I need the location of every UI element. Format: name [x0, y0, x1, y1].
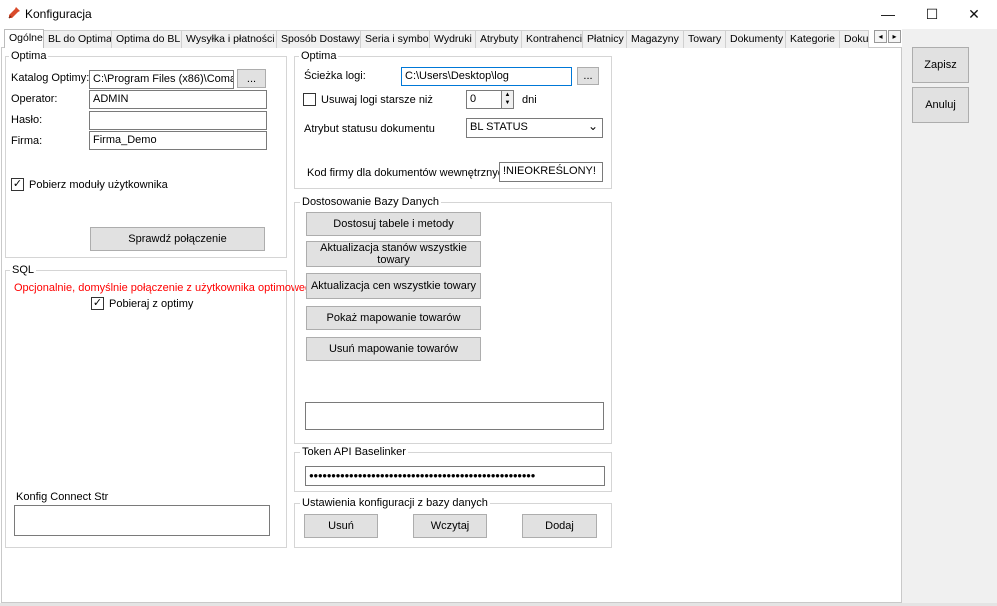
tab-wydruki[interactable]: Wydruki — [429, 30, 476, 48]
close-button[interactable]: ✕ — [951, 0, 997, 28]
spin-up-icon[interactable]: ▲ — [502, 91, 513, 99]
db-title: Dostosowanie Bazy Danych — [300, 196, 441, 208]
status-attr-label: Atrybut statusu dokumentu — [304, 123, 435, 135]
config-load-button[interactable]: Wczytaj — [413, 514, 487, 538]
tab-scroll-left-icon[interactable]: ◂ — [874, 30, 887, 43]
check-connection-button[interactable]: Sprawdź połączenie — [90, 227, 265, 251]
operator-input[interactable]: ADMIN — [89, 90, 267, 109]
show-mapping-button[interactable]: Pokaż mapowanie towarów — [306, 306, 481, 330]
delete-logs-label: Usuwaj logi starsze niż — [321, 94, 433, 106]
password-input[interactable] — [89, 111, 267, 130]
title-bar: Konfiguracja — ☐ ✕ — [0, 0, 997, 28]
tab-towary[interactable]: Towary — [683, 30, 726, 48]
tab-sposob-dostawy[interactable]: Sposób Dostawy — [276, 30, 361, 48]
tab-scroll-right-icon[interactable]: ▸ — [888, 30, 901, 43]
maximize-button[interactable]: ☐ — [909, 0, 955, 28]
tab-seria-symbol[interactable]: Seria i symbol — [360, 30, 430, 48]
firm-label: Firma: — [11, 135, 43, 147]
status-attr-select[interactable]: BL STATUS ⌄ — [466, 118, 603, 138]
tab-wysylka[interactable]: Wysyłka i płatności — [181, 30, 277, 48]
optima-left-title: Optima — [9, 50, 49, 62]
catalog-browse-button[interactable]: ... — [237, 69, 266, 88]
firm-code-label: Kod firmy dla dokumentów wewnętrznych — [307, 167, 510, 179]
connect-str-input[interactable] — [14, 505, 270, 536]
tab-platnicy[interactable]: Płatnicy — [582, 30, 627, 48]
config-delete-button[interactable]: Usuń — [304, 514, 378, 538]
db-output-field[interactable] — [305, 402, 604, 430]
days-input[interactable]: 0 — [466, 90, 502, 109]
password-label: Hasło: — [11, 114, 43, 126]
firm-input[interactable]: Firma_Demo — [89, 131, 267, 150]
minimize-button[interactable]: — — [865, 0, 911, 28]
optima-right-title: Optima — [299, 50, 339, 62]
token-title: Token API Baselinker — [300, 446, 408, 458]
cancel-button[interactable]: Anuluj — [912, 87, 969, 123]
logpath-browse-button[interactable]: ... — [577, 67, 599, 85]
operator-label: Operator: — [11, 93, 58, 105]
logpath-label: Ścieżka logi: — [304, 70, 366, 82]
window-title: Konfiguracja — [25, 7, 92, 21]
modules-label: Pobierz moduły użytkownika — [29, 179, 168, 191]
app-icon — [8, 7, 20, 19]
catalog-input[interactable]: C:\Program Files (x86)\Comarch — [89, 70, 234, 89]
tab-dokumenty[interactable]: Dokumenty — [725, 30, 786, 48]
update-prices-button[interactable]: Aktualizacja cen wszystkie towary — [306, 273, 481, 299]
from-optima-label: Pobieraj z optimy — [109, 298, 194, 310]
adjust-tables-button[interactable]: Dostosuj tabele i metody — [306, 212, 481, 236]
firm-code-input[interactable]: !NIEOKREŚLONY! — [499, 162, 603, 182]
save-button[interactable]: Zapisz — [912, 47, 969, 83]
tab-kategorie[interactable]: Kategorie — [785, 30, 840, 48]
chevron-down-icon: ⌄ — [587, 119, 598, 133]
token-input[interactable]: ●●●●●●●●●●●●●●●●●●●●●●●●●●●●●●●●●●●●●●●●… — [305, 466, 605, 486]
catalog-label: Katalog Optimy: — [11, 72, 90, 84]
sql-title: SQL — [10, 264, 37, 276]
tab-optima-do-bl[interactable]: Optima do BL — [111, 30, 182, 48]
spin-down-icon[interactable]: ▼ — [502, 99, 513, 107]
connect-str-label: Konfig Connect Str — [16, 491, 109, 503]
delete-logs-checkbox[interactable] — [303, 93, 316, 106]
tab-kontrahenci[interactable]: Kontrahenci — [521, 30, 583, 48]
tab-ogolne[interactable]: Ogólne — [4, 29, 44, 48]
config-db-title: Ustawienia konfiguracji z bazy danych — [300, 497, 490, 509]
config-add-button[interactable]: Dodaj — [522, 514, 597, 538]
status-attr-value: BL STATUS — [470, 121, 528, 133]
from-optima-checkbox[interactable]: ✓ — [91, 297, 104, 310]
tab-dokumenty-2[interactable]: Dokum — [839, 30, 869, 48]
tab-atrybuty[interactable]: Atrybuty — [475, 30, 522, 48]
delete-mapping-button[interactable]: Usuń mapowanie towarów — [306, 337, 481, 361]
modules-checkbox[interactable]: ✓ — [11, 178, 24, 191]
tab-magazyny[interactable]: Magazyny — [626, 30, 684, 48]
days-spinner[interactable]: ▲ ▼ — [501, 90, 514, 109]
update-stock-button[interactable]: Aktualizacja stanów wszystkie towary — [306, 241, 481, 267]
days-unit: dni — [522, 94, 537, 106]
sql-note: Opcjonalnie, domyślnie połączenie z użyt… — [14, 282, 318, 294]
tab-strip: Ogólne BL do Optima Optima do BL Wysyłka… — [4, 29, 869, 48]
logpath-input[interactable]: C:\Users\Desktop\log — [401, 67, 572, 86]
tab-bl-do-optima[interactable]: BL do Optima — [43, 30, 112, 48]
